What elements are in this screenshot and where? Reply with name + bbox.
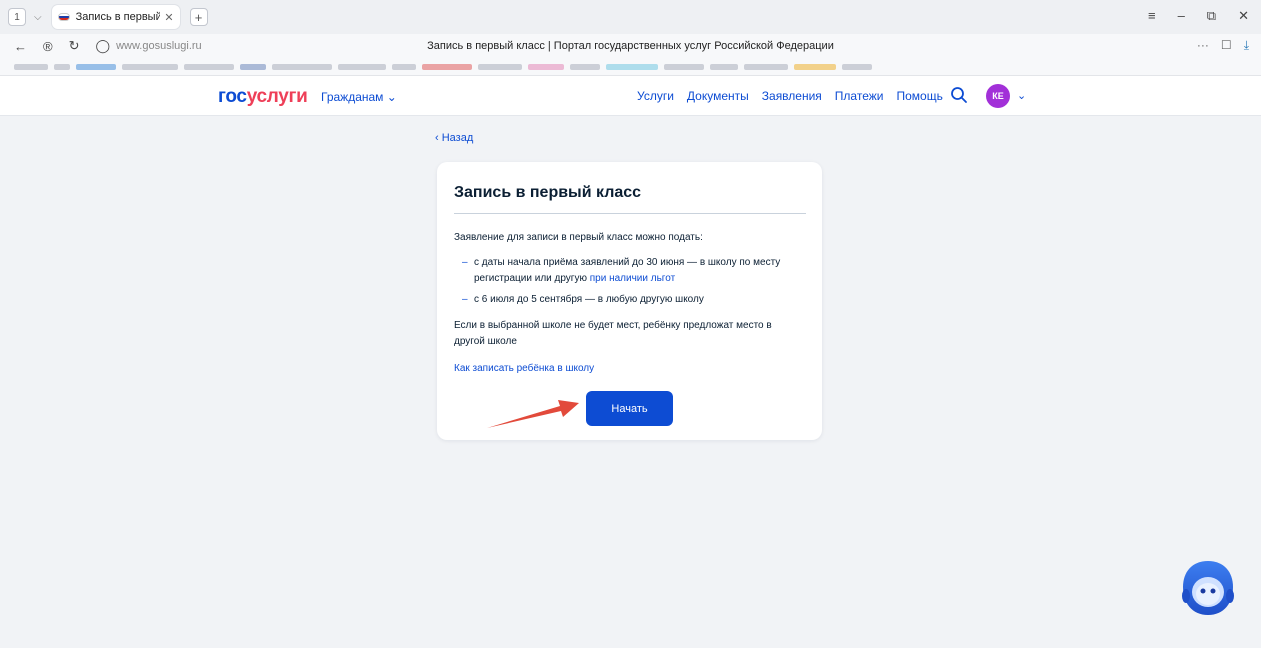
dash-icon: – (462, 257, 468, 268)
bookmark-item[interactable] (14, 63, 48, 70)
list-item: – с 6 июля до 5 сентября — в любую другу… (462, 292, 802, 308)
bookmark-item[interactable] (338, 63, 386, 70)
new-tab-button[interactable]: + (189, 8, 208, 26)
menu-icon[interactable]: ≡ (1148, 8, 1156, 24)
reload-icon[interactable]: ↻ (69, 38, 80, 54)
back-arrow-icon[interactable]: ← (14, 39, 27, 54)
benefits-link[interactable]: при наличии льгот (590, 273, 675, 284)
nav-documents[interactable]: Документы (687, 89, 749, 103)
assistant-robot-icon[interactable] (1180, 559, 1236, 617)
divider (454, 213, 806, 214)
bookmark-icon[interactable]: ☐ (1221, 38, 1232, 53)
bookmark-item[interactable] (422, 63, 472, 70)
bookmark-item[interactable] (54, 63, 70, 70)
browser-logo-icon[interactable]: ® (43, 39, 53, 54)
bookmark-item[interactable] (272, 63, 332, 70)
nav-services[interactable]: Услуги (637, 89, 674, 103)
note-text: Если в выбранной школе не будет мест, ре… (454, 320, 772, 347)
download-icon[interactable]: ⤓ (1244, 38, 1249, 53)
back-link[interactable]: ‹ Назад (435, 132, 473, 144)
tab-counter[interactable]: 1 (8, 8, 26, 26)
more-icon[interactable]: ··· (1197, 38, 1209, 53)
site-header: госуслуги Гражданам ⌄ Услуги Документы З… (0, 76, 1261, 116)
browser-tab[interactable]: Запись в первый класс ✕ (51, 5, 180, 29)
minimize-icon[interactable]: – (1178, 8, 1185, 24)
start-button[interactable]: Начать (586, 391, 673, 426)
bookmark-item[interactable] (744, 63, 788, 70)
bookmark-item[interactable] (570, 63, 600, 70)
tab-title: Запись в первый класс (75, 11, 161, 23)
bookmark-item[interactable] (664, 63, 704, 70)
nav-help[interactable]: Помощь (896, 89, 942, 103)
bookmark-item[interactable] (842, 63, 872, 70)
restore-icon[interactable]: ⧉ (1207, 8, 1216, 24)
bookmark-item[interactable] (606, 63, 658, 70)
list-item: – с даты начала приёма заявлений до 30 и… (462, 257, 781, 284)
main-nav: Услуги Документы Заявления Платежи Помощ… (637, 89, 943, 103)
search-icon[interactable] (949, 85, 969, 105)
citizens-menu[interactable]: Гражданам ⌄ (321, 90, 397, 104)
service-card: Запись в первый класс Заявление для запи… (437, 162, 822, 440)
address-bar-actions: ··· ☐ ⤓ (1197, 38, 1249, 53)
nav-payments[interactable]: Платежи (835, 89, 884, 103)
bookmark-item[interactable] (528, 63, 564, 70)
window-controls: ≡ – ⧉ ✕ (1148, 8, 1249, 24)
intro-text: Заявление для записи в первый класс можн… (454, 232, 703, 243)
chevron-down-icon[interactable]: ⌵ (34, 12, 42, 23)
flag-icon (57, 13, 70, 21)
bookmark-item[interactable] (76, 63, 116, 70)
close-window-icon[interactable]: ✕ (1238, 8, 1249, 24)
bookmark-item[interactable] (392, 63, 416, 70)
nav-applications[interactable]: Заявления (762, 89, 822, 103)
close-icon[interactable]: ✕ (164, 11, 173, 24)
bookmark-item[interactable] (240, 63, 266, 70)
bookmark-item[interactable] (122, 63, 178, 70)
bookmark-item[interactable] (478, 63, 522, 70)
bookmark-item[interactable] (794, 63, 836, 70)
shield-icon: ◯ (95, 38, 111, 53)
gosuslugi-logo[interactable]: госуслуги (218, 86, 308, 108)
how-to-enroll-link[interactable]: Как записать ребёнка в школу (454, 363, 594, 374)
dash-icon: – (462, 294, 468, 305)
address-bar: ← ® ↻ ◯ www.gosuslugi.ru Запись в первый… (0, 34, 1261, 58)
bookmarks-bar (0, 58, 1261, 76)
browser-tab-bar: 1 ⌵ Запись в первый класс ✕ + ≡ – ⧉ ✕ (0, 0, 1261, 34)
chevron-left-icon: ‹ (435, 132, 439, 144)
bookmark-item[interactable] (184, 63, 234, 70)
url-field[interactable]: www.gosuslugi.ru (116, 40, 202, 52)
chevron-down-icon[interactable]: ⌄ (1017, 89, 1026, 102)
chevron-down-icon: ⌄ (386, 90, 397, 104)
card-title: Запись в первый класс (454, 184, 642, 201)
avatar[interactable]: КЕ (986, 84, 1010, 108)
bookmark-item[interactable] (710, 63, 738, 70)
